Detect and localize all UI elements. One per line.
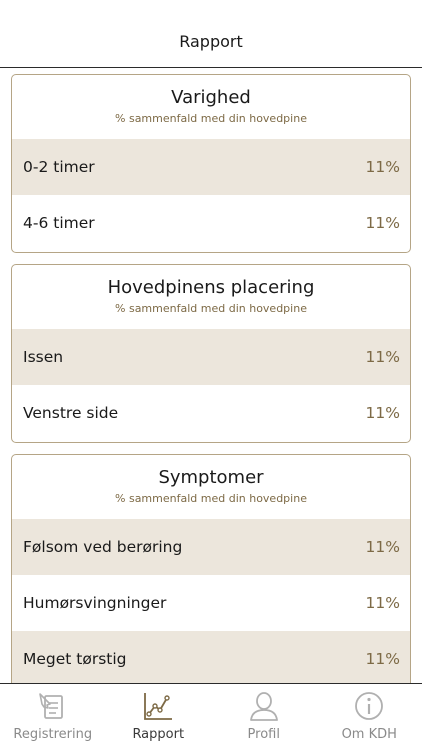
info-icon: [355, 692, 384, 720]
row-percentage: 11%: [365, 538, 400, 556]
row-percentage: 11%: [365, 650, 400, 668]
row-label: 0-2 timer: [23, 158, 95, 176]
card-duration: Varighed % sammenfald med din hovedpine …: [11, 74, 411, 253]
report-content[interactable]: Varighed % sammenfald med din hovedpine …: [0, 68, 422, 683]
card-title: Hovedpinens placering: [107, 277, 315, 298]
row-percentage: 11%: [365, 404, 400, 422]
tab-registrering[interactable]: Registrering: [0, 684, 106, 750]
card-subtitle: % sammenfald med din hovedpine: [115, 492, 307, 505]
list-item: Humørsvingninger 11%: [12, 575, 410, 631]
tab-label: Profil: [247, 727, 280, 742]
row-percentage: 11%: [365, 348, 400, 366]
list-item: Følsom ved berøring 11%: [12, 519, 410, 575]
card-title: Varighed: [171, 87, 251, 108]
list-item: Venstre side 11%: [12, 385, 410, 441]
tab-label: Om KDH: [341, 727, 397, 742]
tab-om-kdh[interactable]: Om KDH: [317, 684, 422, 750]
tab-rapport[interactable]: Rapport: [106, 684, 212, 750]
row-label: Humørsvingninger: [23, 594, 167, 612]
card-subtitle: % sammenfald med din hovedpine: [115, 112, 307, 125]
row-label: Issen: [23, 348, 64, 366]
registration-icon: [38, 693, 63, 719]
row-label: Meget tørstig: [23, 650, 127, 668]
tab-label: Rapport: [132, 727, 185, 742]
card-header: Hovedpinens placering % sammenfald med d…: [12, 265, 410, 329]
row-percentage: 11%: [365, 214, 400, 232]
card-header: Symptomer % sammenfald med din hovedpine: [12, 455, 410, 519]
row-percentage: 11%: [365, 594, 400, 612]
list-item: 0-2 timer 11%: [12, 139, 410, 195]
card-location: Hovedpinens placering % sammenfald med d…: [11, 264, 411, 443]
page-title: Rapport: [179, 32, 243, 51]
tab-label: Registrering: [13, 727, 93, 742]
card-subtitle: % sammenfald med din hovedpine: [115, 302, 307, 315]
header-bar: Rapport: [0, 0, 422, 68]
list-item: Issen 11%: [12, 329, 410, 385]
row-label: 4-6 timer: [23, 214, 95, 232]
row-label: Venstre side: [23, 404, 119, 422]
card-header: Varighed % sammenfald med din hovedpine: [12, 75, 410, 139]
card-symptoms: Symptomer % sammenfald med din hovedpine…: [11, 454, 411, 683]
list-item: 4-6 timer 11%: [12, 195, 410, 251]
card-title: Symptomer: [158, 467, 264, 488]
tab-bar: Registrering Rapport Profil Om KDH: [0, 683, 422, 750]
tab-profil[interactable]: Profil: [211, 684, 317, 750]
profile-icon: [249, 692, 278, 721]
chart-icon: [144, 693, 173, 720]
row-percentage: 11%: [365, 158, 400, 176]
list-item: Meget tørstig 11%: [12, 631, 410, 683]
row-label: Følsom ved berøring: [23, 538, 183, 556]
